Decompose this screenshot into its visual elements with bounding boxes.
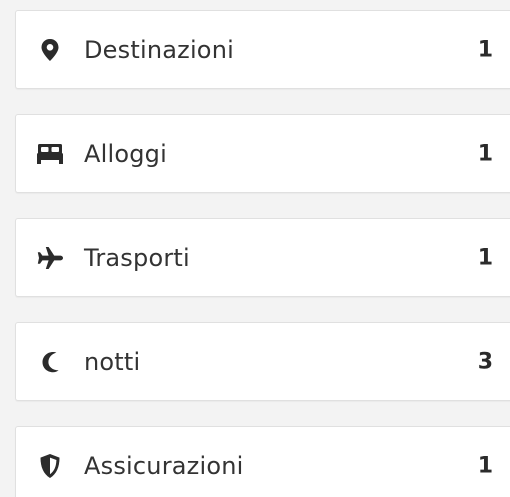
summary-item-label: Destinazioni (84, 35, 234, 64)
bed-icon (36, 140, 64, 168)
summary-item-notti[interactable]: notti 3 (15, 322, 510, 401)
summary-item-label: Trasporti (84, 243, 190, 272)
trip-summary-list: Destinazioni 1 Alloggi 1 Trasporti 1 not… (0, 0, 510, 497)
summary-item-assicurazioni[interactable]: Assicurazioni 1 (15, 426, 510, 497)
shield-icon (36, 452, 64, 480)
moon-icon (36, 348, 64, 376)
summary-item-count: 3 (477, 349, 493, 374)
summary-item-trasporti[interactable]: Trasporti 1 (15, 218, 510, 297)
summary-item-label: Alloggi (84, 139, 167, 168)
map-marker-icon (36, 36, 64, 64)
plane-icon (36, 244, 64, 272)
summary-item-count: 1 (477, 245, 493, 270)
summary-item-count: 1 (477, 37, 493, 62)
summary-item-count: 1 (477, 453, 493, 478)
summary-item-alloggi[interactable]: Alloggi 1 (15, 114, 510, 193)
summary-item-destinazioni[interactable]: Destinazioni 1 (15, 10, 510, 89)
summary-item-label: notti (84, 347, 141, 376)
summary-item-label: Assicurazioni (84, 451, 244, 480)
summary-item-count: 1 (477, 141, 493, 166)
